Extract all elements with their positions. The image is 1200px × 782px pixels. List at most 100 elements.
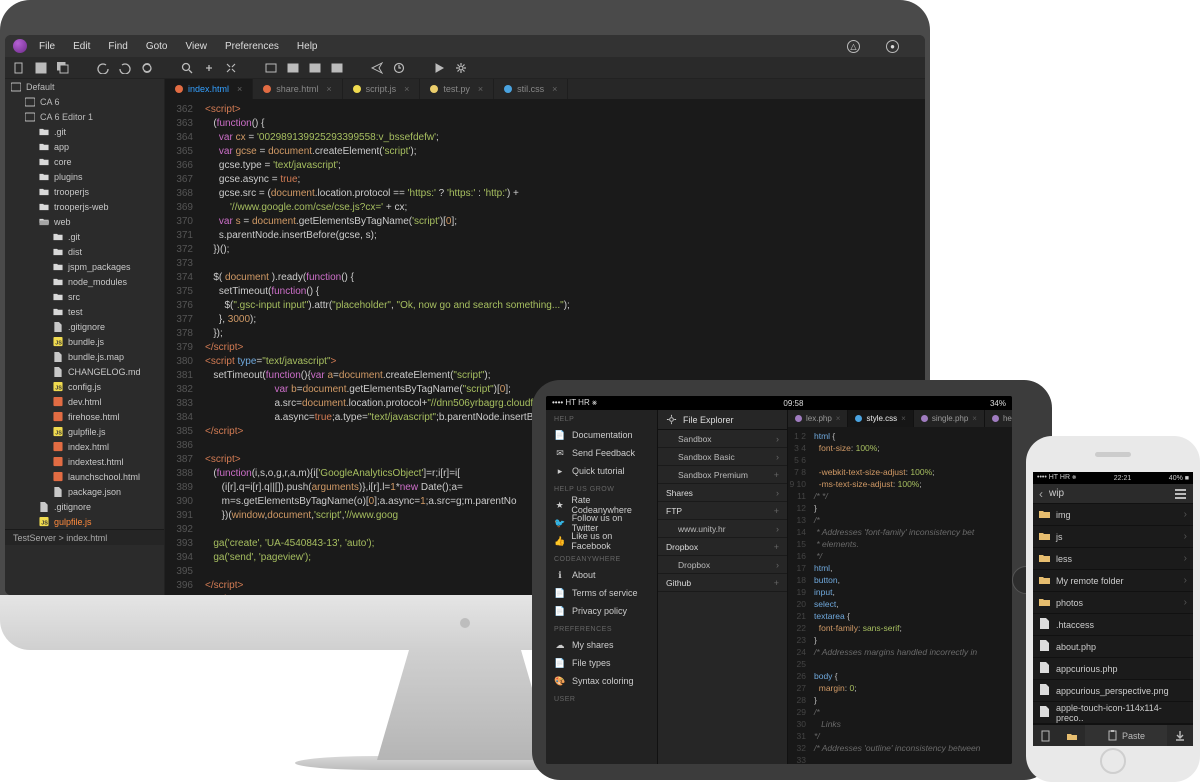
layout-2-icon[interactable] — [287, 62, 299, 74]
plus-icon[interactable]: + — [774, 506, 779, 516]
sidebar-item[interactable]: 📄 File types — [546, 654, 657, 672]
editor-tab[interactable]: stil.css × — [494, 79, 568, 99]
tree-item[interactable]: trooperjs-web — [5, 199, 164, 214]
download-button[interactable] — [1167, 725, 1193, 746]
close-icon[interactable]: × — [552, 84, 557, 94]
tree-item[interactable]: src — [5, 289, 164, 304]
explorer-item[interactable]: Shares › — [658, 484, 787, 502]
sidebar-item[interactable]: 👍 Like us on Facebook — [546, 532, 657, 550]
file-row[interactable]: photos › — [1033, 592, 1193, 614]
chevron-right-icon[interactable]: › — [776, 524, 779, 534]
sidebar-item[interactable]: 📄 Privacy policy — [546, 602, 657, 620]
sidebar-item[interactable]: 🎨 Syntax coloring — [546, 672, 657, 690]
explorer-item[interactable]: Sandbox › — [658, 430, 787, 448]
sidebar-item[interactable]: 📄 Terms of service — [546, 584, 657, 602]
tree-item[interactable]: core — [5, 154, 164, 169]
layout-3-icon[interactable] — [309, 62, 321, 74]
close-icon[interactable]: × — [478, 84, 483, 94]
tree-item[interactable]: CHANGELOG.md — [5, 364, 164, 379]
menu-file[interactable]: File — [39, 41, 55, 52]
file-row[interactable]: about.php — [1033, 636, 1193, 658]
tree-item[interactable]: index.html — [5, 439, 164, 454]
tree-item[interactable]: config.js — [5, 379, 164, 394]
chevron-right-icon[interactable]: › — [776, 452, 779, 462]
gear-icon[interactable] — [666, 414, 677, 425]
new-folder-button[interactable] — [1059, 725, 1085, 746]
close-icon[interactable]: × — [972, 414, 977, 423]
play-icon[interactable] — [433, 62, 445, 74]
file-row[interactable]: My remote folder › — [1033, 570, 1193, 592]
tablet-sidebar[interactable]: HELP 📄 Documentation ✉ Send Feedback ▸ Q… — [546, 410, 658, 764]
tree-item[interactable]: plugins — [5, 169, 164, 184]
tree-item[interactable]: package.json — [5, 484, 164, 499]
tablet-code-editor[interactable]: 1 2 3 4 5 6 7 8 9 10 11 12 13 14 15 16 1… — [788, 427, 1012, 764]
settings-icon[interactable] — [455, 62, 467, 74]
close-icon[interactable]: × — [326, 84, 331, 94]
sidebar-root[interactable]: CA 6 — [5, 94, 164, 109]
file-row[interactable]: appcurious_perspective.png — [1033, 680, 1193, 702]
close-icon[interactable]: × — [404, 84, 409, 94]
phone-file-list[interactable]: img › js › less › My remote folder › pho — [1033, 504, 1193, 724]
history-icon[interactable] — [393, 62, 405, 74]
sidebar-root[interactable]: CA 6 Editor 1 — [5, 109, 164, 124]
explorer-item[interactable]: Dropbox › — [658, 556, 787, 574]
sidebar-item[interactable]: ★ Rate Codeanywhere — [546, 496, 657, 514]
menu-help[interactable]: Help — [297, 41, 318, 52]
new-file-icon[interactable] — [13, 62, 25, 74]
menu-prefs[interactable]: Preferences — [225, 41, 279, 52]
chevron-right-icon[interactable]: › — [776, 488, 779, 498]
tree-item[interactable]: .gitignore — [5, 319, 164, 334]
tree-item[interactable]: gulpfile.js — [5, 424, 164, 439]
explorer-item[interactable]: Sandbox Basic › — [658, 448, 787, 466]
layout-4-icon[interactable] — [331, 62, 343, 74]
explorer-item[interactable]: Github + — [658, 574, 787, 592]
menu-find[interactable]: Find — [108, 41, 127, 52]
sidebar-item[interactable]: ✉ Send Feedback — [546, 444, 657, 462]
file-row[interactable]: less › — [1033, 548, 1193, 570]
send-icon[interactable] — [371, 62, 383, 74]
redo-icon[interactable] — [119, 62, 131, 74]
editor-tab[interactable]: style.css × — [848, 410, 913, 427]
editor-tab[interactable]: test.py × — [420, 79, 494, 99]
file-row[interactable]: appcurious.php — [1033, 658, 1193, 680]
close-icon[interactable]: × — [836, 414, 841, 423]
sidebar-root[interactable]: Default — [5, 79, 164, 94]
plus-icon[interactable]: + — [774, 578, 779, 588]
save-all-icon[interactable] — [57, 62, 69, 74]
tree-item[interactable]: .git — [5, 229, 164, 244]
tree-item[interactable]: dist — [5, 244, 164, 259]
close-icon[interactable]: × — [901, 414, 906, 423]
chevron-right-icon[interactable]: › — [776, 560, 779, 570]
file-tree-sidebar[interactable]: Default CA 6 CA 6 Editor 1 .git app core… — [5, 79, 165, 595]
search-icon[interactable] — [181, 62, 193, 74]
sidebar-item[interactable]: ▸ Quick tutorial — [546, 462, 657, 480]
paste-button[interactable]: Paste — [1085, 725, 1167, 746]
chevron-right-icon[interactable]: › — [776, 434, 779, 444]
tree-item[interactable]: trooperjs — [5, 184, 164, 199]
editor-tab[interactable]: single.php × — [914, 410, 985, 427]
tree-item[interactable]: web — [5, 214, 164, 229]
account-icon[interactable]: ● — [886, 40, 899, 53]
new-file-button[interactable] — [1033, 725, 1059, 746]
plus-icon[interactable]: + — [774, 470, 779, 480]
sidebar-item[interactable]: 📄 Documentation — [546, 426, 657, 444]
tablet-code[interactable]: html { font-size: 100%; -webkit-text-siz… — [810, 427, 1012, 764]
tree-item[interactable]: app — [5, 139, 164, 154]
tree-item[interactable]: gulpfile.js — [5, 514, 164, 529]
explorer-item[interactable]: Dropbox + — [658, 538, 787, 556]
expand-icon[interactable] — [225, 62, 237, 74]
plus-icon[interactable]: + — [774, 542, 779, 552]
tree-item[interactable]: node_modules — [5, 274, 164, 289]
tree-item[interactable]: indextest.html — [5, 454, 164, 469]
menu-edit[interactable]: Edit — [73, 41, 90, 52]
notifications-icon[interactable]: △ — [847, 40, 860, 53]
explorer-item[interactable]: www.unity.hr › — [658, 520, 787, 538]
sidebar-item[interactable]: ℹ About — [546, 566, 657, 584]
tree-item[interactable]: bundle.js.map — [5, 349, 164, 364]
tree-item[interactable]: .git — [5, 124, 164, 139]
explorer-item[interactable]: Sandbox Premium + — [658, 466, 787, 484]
editor-tab[interactable]: script.js × — [343, 79, 421, 99]
editor-tab[interactable]: lex.php × — [788, 410, 848, 427]
tree-item[interactable]: test — [5, 304, 164, 319]
collapse-icon[interactable] — [203, 62, 215, 74]
